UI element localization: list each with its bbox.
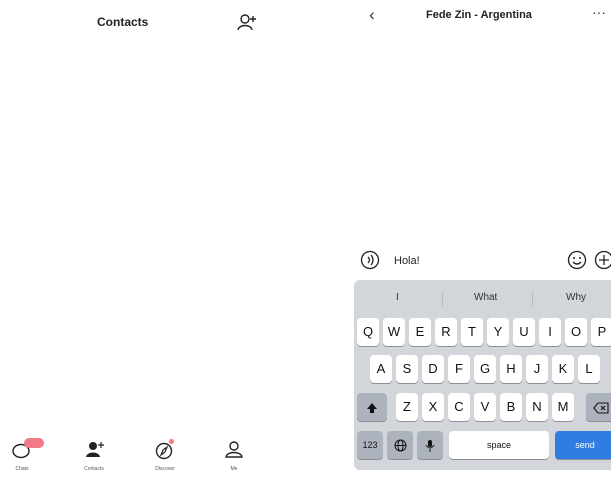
key-h[interactable]: H	[500, 355, 522, 383]
shift-icon	[367, 402, 377, 413]
back-button[interactable]: ‹	[364, 5, 380, 25]
space-key[interactable]: space	[449, 431, 549, 459]
keyboard: I What Why Q W E R T Y U I O P A S D F G…	[354, 280, 611, 470]
more-button[interactable]: ···	[592, 4, 606, 20]
backspace-icon	[593, 402, 609, 414]
key-z[interactable]: Z	[396, 393, 418, 421]
contacts-icon	[86, 442, 104, 457]
key-o[interactable]: O	[565, 318, 587, 346]
key-w[interactable]: W	[383, 318, 405, 346]
suggestion-separator	[532, 292, 533, 306]
contacts-screen: Contacts Chats Contacts Discover Me	[0, 0, 300, 478]
suggestion-1[interactable]: I	[396, 292, 399, 303]
add-attachment-icon[interactable]	[594, 250, 611, 270]
key-k[interactable]: K	[552, 355, 574, 383]
key-s[interactable]: S	[396, 355, 418, 383]
unread-badge	[24, 438, 44, 448]
key-r[interactable]: R	[435, 318, 457, 346]
chat-screen: ‹ Fede Zin - Argentina ··· Hola! I What …	[300, 0, 611, 478]
key-b[interactable]: B	[500, 393, 522, 421]
key-i[interactable]: I	[539, 318, 561, 346]
key-a[interactable]: A	[370, 355, 392, 383]
key-n[interactable]: N	[526, 393, 548, 421]
key-v[interactable]: V	[474, 393, 496, 421]
globe-icon	[394, 439, 406, 452]
key-m[interactable]: M	[552, 393, 574, 421]
tab-discover[interactable]: Discover	[145, 436, 185, 478]
emoji-icon[interactable]	[567, 250, 587, 270]
message-input[interactable]	[394, 252, 544, 270]
globe-key[interactable]	[387, 431, 413, 459]
voice-icon[interactable]	[360, 250, 380, 270]
key-y[interactable]: Y	[487, 318, 509, 346]
tab-label-contacts: Contacts	[84, 466, 104, 472]
tab-label-chats: Chats	[15, 466, 29, 472]
suggestion-bar: I What Why	[354, 284, 611, 314]
key-j[interactable]: J	[526, 355, 548, 383]
backspace-key[interactable]	[586, 393, 611, 421]
page-title: Contacts	[97, 15, 149, 29]
key-g[interactable]: G	[474, 355, 496, 383]
numbers-key[interactable]: 123	[357, 431, 383, 459]
message-input-bar	[356, 248, 611, 274]
key-l[interactable]: L	[578, 355, 600, 383]
send-key[interactable]: send	[555, 431, 611, 459]
tab-contacts[interactable]: Contacts	[74, 436, 114, 478]
tab-label-me: Me	[230, 466, 238, 472]
key-t[interactable]: T	[461, 318, 483, 346]
key-q[interactable]: Q	[357, 318, 379, 346]
key-p[interactable]: P	[591, 318, 611, 346]
tab-chats[interactable]: Chats	[2, 436, 44, 478]
person-icon	[225, 441, 243, 458]
dictation-key[interactable]	[417, 431, 443, 459]
tab-bar: Chats Contacts Discover Me	[0, 436, 300, 478]
key-x[interactable]: X	[422, 393, 444, 421]
key-f[interactable]: F	[448, 355, 470, 383]
suggestion-separator	[442, 292, 443, 306]
chat-title: Fede Zin - Argentina	[426, 9, 532, 21]
suggestion-2[interactable]: What	[474, 292, 497, 303]
key-e[interactable]: E	[409, 318, 431, 346]
microphone-icon	[425, 439, 435, 452]
key-u[interactable]: U	[513, 318, 535, 346]
tab-me[interactable]: Me	[214, 436, 254, 478]
discover-dot-badge	[169, 439, 174, 444]
key-d[interactable]: D	[422, 355, 444, 383]
key-c[interactable]: C	[448, 393, 470, 421]
tab-label-discover: Discover	[155, 466, 175, 472]
suggestion-3[interactable]: Why	[566, 292, 586, 303]
shift-key[interactable]	[357, 393, 387, 421]
add-contact-icon[interactable]	[236, 11, 258, 33]
